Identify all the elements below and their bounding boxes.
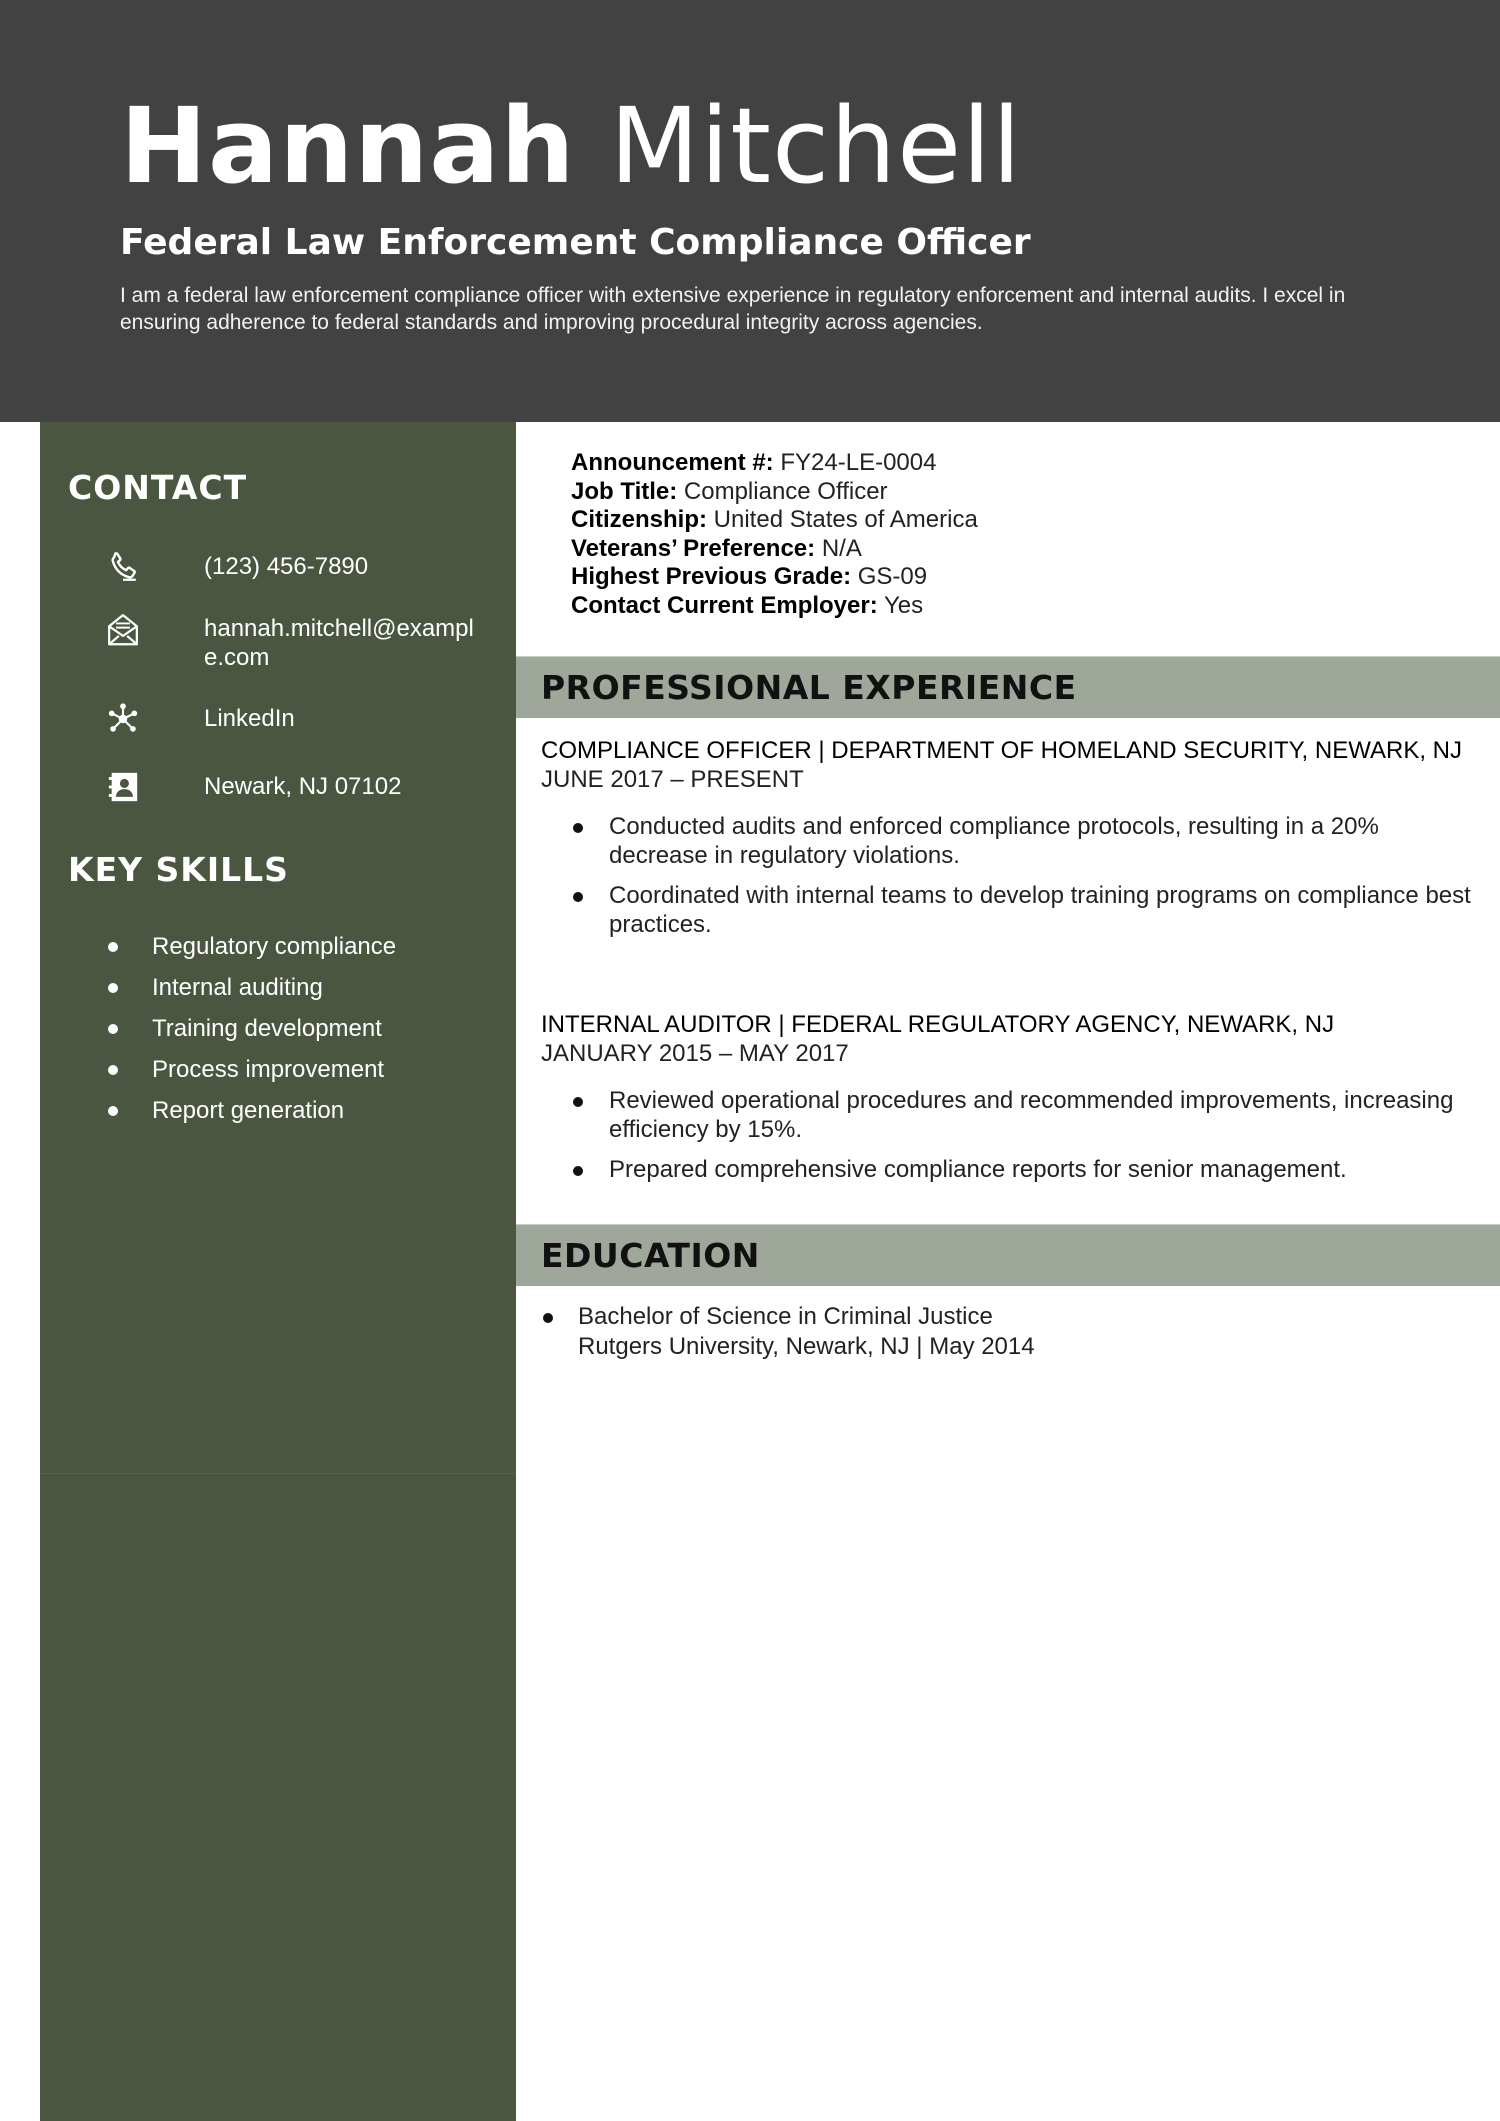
headline: Federal Law Enforcement Compliance Offic…	[120, 222, 1031, 263]
info-contact-employer: Contact Current Employer: Yes	[571, 592, 1471, 621]
job-bullets: Reviewed operational procedures and reco…	[541, 1086, 1471, 1184]
skill-item: Regulatory compliance	[106, 926, 396, 967]
contact-card-icon	[104, 768, 142, 806]
info-value: GS-09	[857, 563, 928, 590]
info-value: N/A	[821, 534, 862, 562]
job-bullets: Conducted audits and enforced compliance…	[541, 812, 1471, 939]
info-label: Veterans’ Preference:	[571, 534, 816, 562]
info-label: Contact Current Employer:	[571, 591, 878, 619]
info-announcement: Announcement #: FY24-LE-0004	[571, 449, 1471, 478]
job-bullet: Reviewed operational procedures and reco…	[541, 1086, 1471, 1144]
education-heading: EDUCATION	[541, 1236, 760, 1275]
skills-heading: KEY SKILLS	[68, 850, 289, 889]
sidebar: CONTACT (123) 456-7890 hannah.mitchell@e…	[40, 422, 516, 2121]
network-icon	[104, 700, 142, 738]
skills-list: Regulatory compliance Internal auditing …	[106, 926, 396, 1131]
info-citizenship: Citizenship: United States of America	[571, 506, 1471, 535]
resume-header: Hannah Mitchell Federal Law Enforcement …	[0, 0, 1500, 422]
summary: I am a federal law enforcement complianc…	[120, 284, 1346, 334]
job-entry: INTERNAL AUDITOR | FEDERAL REGULATORY AG…	[541, 1010, 1471, 1195]
education-section-header: EDUCATION	[516, 1224, 1500, 1286]
info-label: Highest Previous Grade:	[571, 563, 852, 590]
skill-item: Process improvement	[106, 1049, 396, 1090]
skill-item: Report generation	[106, 1090, 396, 1131]
sidebar-divider	[40, 1473, 516, 1474]
job-bullet: Conducted audits and enforced compliance…	[541, 812, 1471, 870]
job-bullet: Coordinated with internal teams to devel…	[541, 881, 1471, 939]
email-address[interactable]: hannah.mitchell@example.com	[204, 614, 474, 672]
job-entry: COMPLIANCE OFFICER | DEPARTMENT OF HOMEL…	[541, 736, 1471, 950]
info-value: Compliance Officer	[683, 477, 888, 505]
job-title: COMPLIANCE OFFICER | DEPARTMENT OF HOMEL…	[541, 737, 1463, 764]
candidate-name: Hannah Mitchell	[120, 86, 1022, 206]
last-name: Mitchell	[609, 85, 1022, 207]
phone-icon	[104, 548, 142, 586]
experience-section-header: PROFESSIONAL EXPERIENCE	[516, 656, 1500, 718]
job-dates: JANUARY 2015 – MAY 2017	[541, 1040, 849, 1067]
job-dates: JUNE 2017 – PRESENT	[541, 766, 804, 793]
job-title: INTERNAL AUDITOR | FEDERAL REGULATORY AG…	[541, 1011, 1335, 1038]
info-value: United States of America	[713, 506, 978, 533]
education-entry: Bachelor of Science in Criminal Justice …	[541, 1302, 1471, 1362]
info-value: Yes	[883, 591, 924, 619]
first-name: Hannah	[120, 85, 576, 207]
info-job-title: Job Title: Compliance Officer	[571, 478, 1471, 507]
contact-heading: CONTACT	[68, 468, 248, 507]
address: Newark, NJ 07102	[204, 773, 402, 800]
phone-number: (123) 456-7890	[204, 553, 369, 580]
linkedin-link[interactable]: LinkedIn	[204, 704, 474, 733]
application-info: Announcement #: FY24-LE-0004 Job Title: …	[571, 449, 1471, 620]
main-content: Announcement #: FY24-LE-0004 Job Title: …	[516, 422, 1500, 2121]
info-highest-grade: Highest Previous Grade: GS-09	[571, 563, 1471, 592]
degree: Bachelor of Science in Criminal Justice	[578, 1303, 993, 1330]
envelope-icon	[104, 610, 142, 648]
info-label: Announcement #:	[571, 449, 774, 476]
skill-item: Internal auditing	[106, 967, 396, 1008]
skill-item: Training development	[106, 1008, 396, 1049]
info-label: Job Title:	[571, 477, 678, 505]
info-veterans-preference: Veterans’ Preference: N/A	[571, 535, 1471, 564]
education-item: Bachelor of Science in Criminal Justice …	[541, 1302, 1471, 1362]
job-bullet: Prepared comprehensive compliance report…	[541, 1155, 1471, 1184]
school: Rutgers University, Newark, NJ | May 201…	[578, 1333, 1035, 1360]
info-label: Citizenship:	[571, 506, 707, 533]
experience-heading: PROFESSIONAL EXPERIENCE	[541, 668, 1077, 707]
info-value: FY24-LE-0004	[780, 449, 937, 476]
